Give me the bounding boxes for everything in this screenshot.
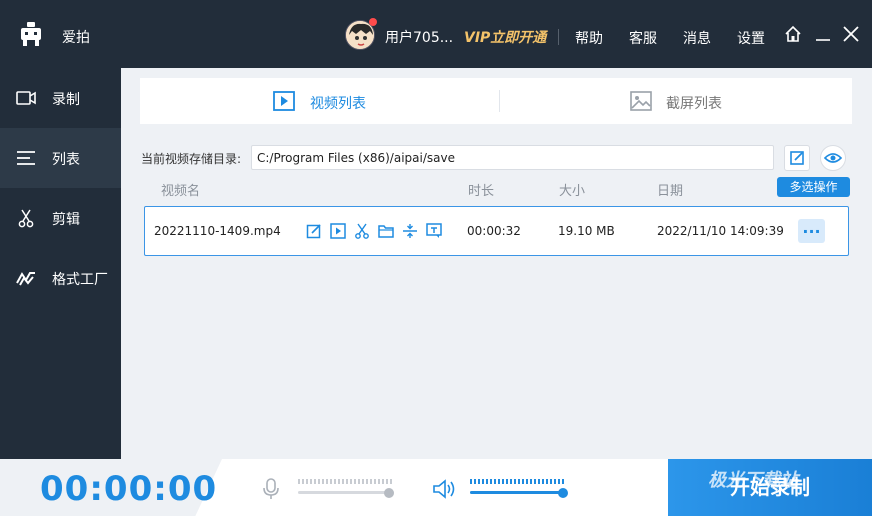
speaker-volume-thumb[interactable] [558,488,569,498]
watermark: 极光下载站 [708,470,798,491]
storage-path-field[interactable] [251,145,774,170]
video-camera-icon [16,91,36,105]
microphone-icon[interactable] [262,478,280,500]
sidebar-item-record[interactable]: 录制 [0,68,121,128]
cut-icon[interactable] [354,223,370,239]
mic-volume-thumb[interactable] [384,488,395,498]
scissors-icon [18,209,34,228]
multi-select-button[interactable]: 多选操作 [777,177,850,197]
play-icon[interactable] [330,223,346,239]
column-header-duration: 时长 [468,184,495,199]
home-icon[interactable] [783,24,803,44]
open-folder-view-button[interactable] [820,145,846,171]
username[interactable]: 用户705... [385,27,453,47]
compress-icon[interactable] [402,223,418,239]
tab-label: 截屏列表 [666,96,722,112]
speaker-volume-fill [470,491,564,494]
video-size: 19.10 MB [558,224,615,238]
notification-dot [369,18,377,26]
sidebar-item-label: 剪辑 [52,212,80,228]
tab-video-list[interactable]: 视频列表 [140,78,496,124]
sidebar-item-label: 格式工厂 [52,272,108,288]
video-date: 2022/11/10 14:09:39 [657,224,784,238]
sidebar-item-label: 列表 [52,152,80,168]
messages-link[interactable]: 消息 [683,28,711,48]
tab-screenshot-list[interactable]: 截屏列表 [496,78,852,124]
speaker-level-meter [470,479,566,484]
edit-icon [790,151,804,165]
sidebar-item-list[interactable]: 列表 [0,128,121,188]
sidebar: 录制 列表 剪辑 格式工厂 [0,68,121,459]
rename-icon[interactable] [306,223,322,239]
title-bar: 爱拍 用户705... VIP立即开通 帮助 客服 消息 设置 [0,0,872,68]
close-icon[interactable] [841,24,861,44]
image-icon [630,91,652,111]
sidebar-item-edit[interactable]: 剪辑 [0,188,121,248]
speaker-icon[interactable] [432,478,456,500]
format-factory-icon [16,272,35,286]
tab-bar: 视频列表 截屏列表 [140,78,852,124]
storage-dir-label: 当前视频存储目录: [141,152,242,166]
tab-label: 视频列表 [310,96,366,112]
play-square-icon [273,91,295,111]
help-link[interactable]: 帮助 [575,28,603,48]
app-name: 爱拍 [62,30,90,46]
mic-level-meter [298,479,394,484]
support-link[interactable]: 客服 [629,28,657,48]
sidebar-item-format-factory[interactable]: 格式工厂 [0,248,121,308]
aipai-logo-icon [21,22,41,46]
settings-link[interactable]: 设置 [737,28,765,48]
column-header-size: 大小 [559,184,586,199]
column-header-name: 视频名 [161,184,201,199]
table-row[interactable]: 20221110-1409.mp4 00:00:32 19.10 MB 2022… [144,206,849,256]
main-panel: 视频列表 截屏列表 当前视频存储目录: 视频名 时长 大小 日期 多选操作 20… [121,68,872,459]
convert-icon[interactable] [426,223,442,239]
list-icon [17,151,35,165]
folder-icon[interactable] [378,223,394,239]
more-options-button[interactable]: ... [798,219,825,243]
titlebar-divider [558,29,559,45]
vip-open-link[interactable]: VIP立即开通 [464,27,546,47]
mic-volume-slider[interactable] [298,491,394,494]
sidebar-item-label: 录制 [52,92,80,108]
video-duration: 00:00:32 [467,224,521,238]
column-header-date: 日期 [657,184,684,199]
edit-path-button[interactable] [784,145,810,171]
video-filename: 20221110-1409.mp4 [154,224,281,238]
recording-timer: 00:00:00 [40,469,218,509]
minimize-icon[interactable] [813,24,833,44]
eye-icon [823,153,843,163]
